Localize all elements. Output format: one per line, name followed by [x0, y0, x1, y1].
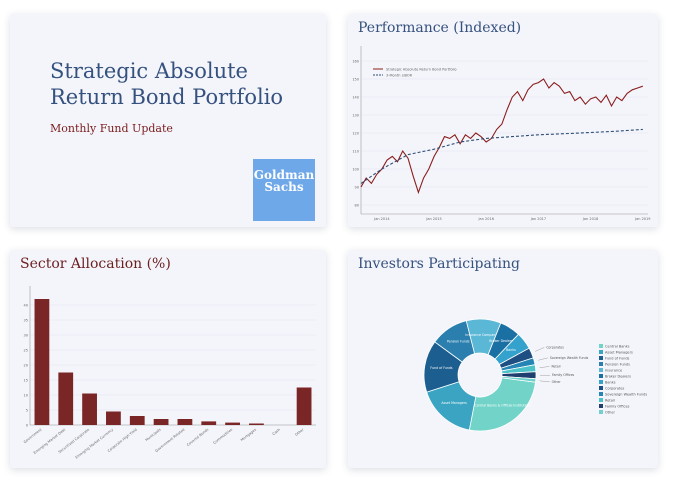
bar — [129, 416, 145, 425]
legend-swatch — [599, 362, 603, 366]
legend-swatch — [599, 386, 603, 390]
x-tick-label: Municipals — [145, 428, 162, 443]
outside-slice-label: Corporates — [546, 345, 564, 349]
legend-label: Family Offices — [605, 405, 630, 409]
investors-chart: Central Banks & Official Institutions Ass… — [423, 318, 647, 432]
legend-swatch — [599, 410, 603, 414]
libor-series-line — [360, 128, 643, 184]
cover-card: Strategic Absolute Return Bond Portfolio… — [10, 14, 326, 227]
y-tick-label: 35 — [24, 319, 28, 323]
legend-swatch — [599, 398, 603, 402]
leader-line — [538, 357, 548, 361]
x-tick-label: Jan 2017 — [530, 217, 546, 221]
slice-label: Broker Dealers — [489, 339, 513, 343]
slice-label: Pension Funds — [447, 340, 470, 344]
slice-label: Banks — [506, 348, 516, 352]
outside-slice-label: Sovereign Wealth Funds — [550, 356, 589, 360]
y-tick-label: 160 — [352, 60, 359, 64]
x-tick-label: Government — [23, 427, 43, 444]
legend-swatch — [599, 380, 603, 384]
logo-text-line2: Sachs — [264, 180, 304, 194]
bar — [153, 419, 169, 425]
x-tick-label: Jan 2015 — [425, 217, 441, 221]
x-tick-label: Mortgages — [240, 428, 257, 443]
legend-label: Sovereign Wealth Funds — [605, 393, 647, 397]
bar — [249, 423, 264, 425]
legend-swatch — [599, 350, 603, 354]
outside-slice-label: Family Offices — [552, 373, 575, 377]
legend-label: Other — [605, 411, 615, 415]
slice-label: Insurance Companies — [465, 333, 500, 337]
slice-label: Fund of Funds — [430, 366, 453, 370]
y-tick-label: 30 — [24, 334, 28, 338]
legend-swatch — [599, 404, 603, 408]
bar — [225, 422, 240, 425]
bar — [82, 393, 97, 425]
y-tick-label: 100 — [352, 168, 359, 172]
goldman-sachs-logo: Goldman Sachs — [253, 159, 315, 221]
legend-swatch — [599, 356, 603, 360]
y-tick-label: 140 — [352, 96, 359, 100]
outside-slice-label: Retail — [551, 364, 560, 368]
x-tick-label: Cash — [272, 428, 281, 436]
performance-card: Performance (Indexed) 80 90 100 110 120 130 14… — [348, 14, 658, 227]
x-tick-label: Jan 2019 — [634, 217, 650, 221]
performance-chart: 80 90 100 110 120 130 140 150 160 Jan 2014 Jan 201… — [352, 46, 650, 221]
bar — [177, 419, 193, 425]
leader-line — [539, 380, 550, 383]
legend-swatch — [599, 344, 603, 348]
legend-label: 3-Month LIBOR — [386, 73, 413, 77]
legend-label: Pension Funds — [605, 363, 630, 367]
bar — [58, 372, 74, 425]
y-tick-label: 150 — [352, 78, 359, 82]
y-tick-label: 5 — [26, 409, 28, 413]
legend-label: Insurance — [605, 369, 622, 373]
y-tick-label: 20 — [24, 364, 28, 368]
fund-series-line — [360, 78, 643, 195]
y-tick-label: 10 — [24, 394, 28, 398]
slice-label: Central Banks & Official Institutions — [474, 404, 531, 408]
legend-label: Banks — [605, 381, 616, 385]
x-tick-label: Other — [294, 427, 305, 437]
x-tick-label: Jan 2018 — [582, 217, 598, 221]
y-tick-label: 110 — [352, 150, 359, 154]
legend-swatch — [599, 392, 603, 396]
y-tick-label: 40 — [24, 304, 28, 308]
slice-label: Asset Managers — [441, 401, 467, 405]
legend-label: Central Banks — [605, 345, 630, 349]
sector-chart: 0510152025303540GovernmentEmerging Marke… — [23, 286, 316, 460]
legend-swatch — [599, 368, 603, 372]
y-tick-label: 120 — [352, 132, 359, 136]
fund-title: Strategic Absolute Return Bond Portfolio — [50, 59, 284, 109]
legend-label: Asset Managers — [605, 351, 633, 355]
legend-label: Corporates — [605, 387, 624, 391]
legend-label: Fund of Funds — [605, 357, 630, 361]
legend-label: Broker Dealers — [605, 375, 631, 379]
x-tick-label: Commodities — [213, 428, 234, 445]
legend-swatch — [599, 374, 603, 378]
y-tick-label: 130 — [352, 114, 359, 118]
y-tick-label: 0 — [26, 424, 28, 428]
legend-label: Retail — [605, 399, 615, 403]
x-tick-label: Jan 2016 — [478, 217, 494, 221]
fund-subtitle: Monthly Fund Update — [50, 122, 173, 135]
investors-card: Investors Participating Central Banks & … — [348, 250, 658, 468]
bar — [201, 421, 217, 425]
x-tick-label: Jan 2014 — [373, 217, 390, 221]
y-tick-label: 90 — [355, 186, 359, 190]
y-tick-label: 25 — [24, 349, 28, 353]
leader-line — [535, 347, 545, 352]
bar — [34, 299, 50, 425]
y-tick-label: 80 — [355, 204, 359, 208]
legend-label: Strategic Absolute Return Bond Portfolio — [386, 67, 457, 71]
y-tick-label: 15 — [24, 379, 28, 383]
sector-card: Sector Allocation (%) 0 5 10 15 20 25 30 35 40 Go… — [10, 250, 326, 468]
bar — [296, 387, 312, 425]
bar — [106, 411, 121, 425]
outside-slice-label: Other — [552, 380, 562, 384]
x-tick-label: Covered Bonds — [186, 428, 209, 448]
leader-line — [539, 366, 550, 368]
